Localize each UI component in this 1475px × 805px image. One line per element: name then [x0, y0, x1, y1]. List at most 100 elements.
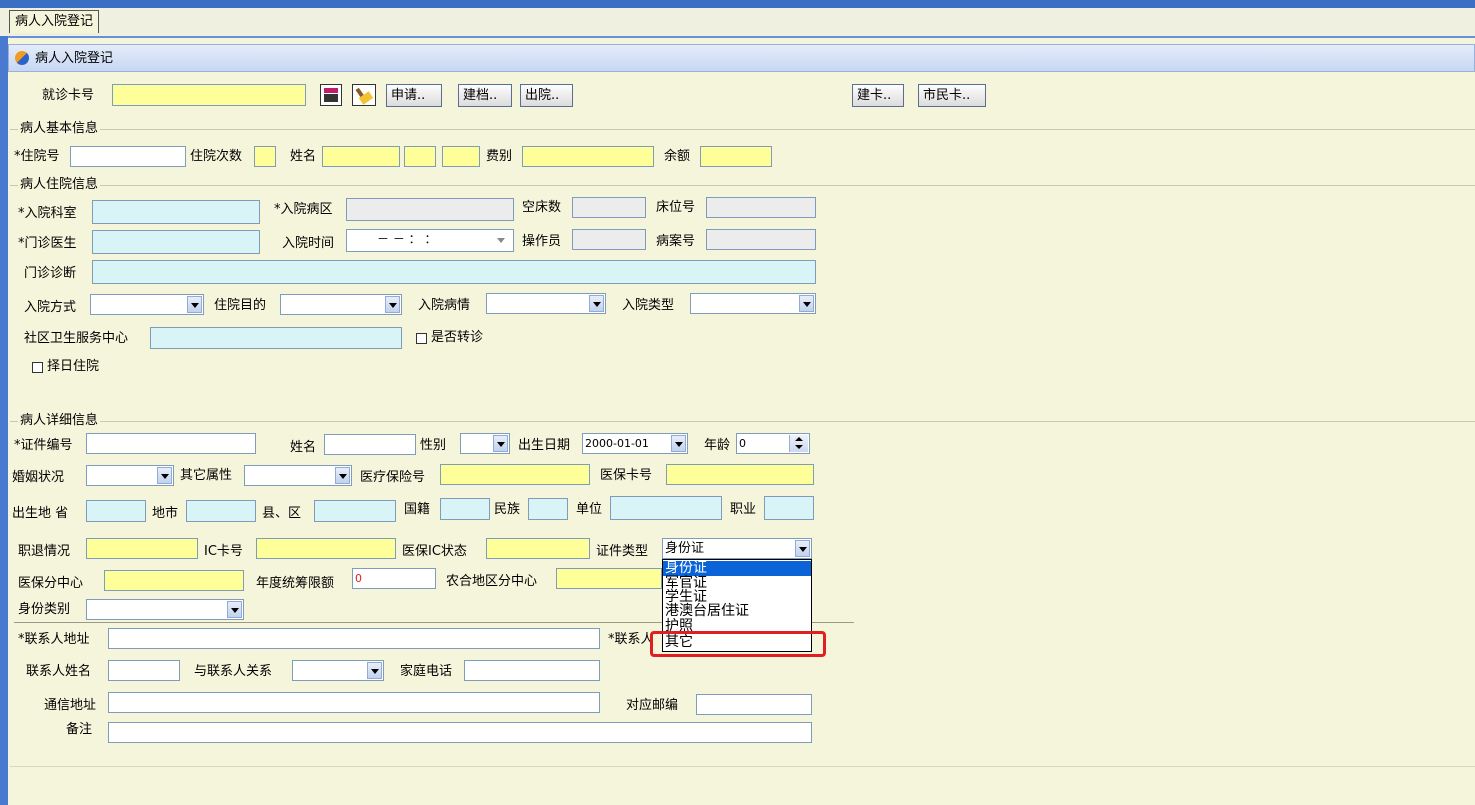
ic-status-label: 医保IC状态	[402, 544, 467, 559]
case-no-input[interactable]	[706, 229, 816, 250]
nationality-input[interactable]	[440, 498, 490, 520]
fee-type-label: 费别	[486, 149, 513, 164]
postcode-input[interactable]	[696, 694, 812, 715]
birth-date-picker[interactable]: 2000-01-01	[582, 433, 688, 454]
apply-button[interactable]: 申请..	[386, 84, 442, 107]
insurance-card-input[interactable]	[666, 464, 814, 485]
case-no-label: 病案号	[656, 234, 696, 249]
county-label: 县、区	[262, 506, 302, 521]
citizen-card-button[interactable]: 市民卡..	[918, 84, 986, 107]
community-center-input[interactable]	[150, 327, 402, 349]
card-no-input[interactable]	[112, 84, 306, 106]
age-stepper[interactable]: 0	[736, 433, 810, 454]
province-input[interactable]	[86, 500, 146, 522]
top-strip	[0, 0, 1475, 8]
select-day-label: 择日住院	[47, 359, 100, 374]
diagnosis-label: 门诊诊断	[24, 266, 77, 281]
chevron-down-icon[interactable]	[367, 662, 382, 679]
contact-addr-input[interactable]	[108, 628, 600, 649]
basic-name-input-1[interactable]	[322, 146, 400, 167]
home-phone-input[interactable]	[464, 660, 600, 681]
empty-beds-input[interactable]	[572, 197, 646, 218]
id-no-input[interactable]	[86, 433, 256, 454]
outpatient-doctor-input[interactable]	[92, 230, 260, 254]
transfer-checkbox[interactable]	[416, 333, 427, 344]
marital-select[interactable]	[86, 465, 174, 486]
window-titlebar: 病人入院登记	[8, 44, 1475, 72]
admission-times-input[interactable]	[254, 146, 276, 167]
operator-input[interactable]	[572, 229, 646, 250]
select-day-checkbox[interactable]	[32, 362, 43, 373]
identity-type-select[interactable]	[86, 599, 244, 620]
chevron-down-icon[interactable]	[227, 601, 242, 618]
doc-type-option[interactable]: 港澳台居住证	[665, 604, 749, 619]
ethnicity-label: 民族	[494, 502, 521, 517]
chevron-down-icon[interactable]	[493, 435, 508, 452]
detail-info-group: 病人详细信息	[10, 413, 1475, 429]
remark-input[interactable]	[108, 722, 812, 743]
tab-patient-admission[interactable]: 病人入院登记	[9, 10, 100, 33]
employer-label: 单位	[576, 502, 603, 517]
annual-limit-input[interactable]: 0	[352, 568, 436, 589]
contact-name-label: 联系人姓名	[26, 664, 92, 679]
balance-input[interactable]	[700, 146, 772, 167]
chevron-down-icon[interactable]	[187, 296, 202, 313]
diagnosis-input[interactable]	[92, 260, 816, 284]
doc-type-option[interactable]: 身份证	[663, 561, 811, 576]
city-input[interactable]	[186, 500, 256, 522]
doc-type-select[interactable]: 身份证	[662, 538, 812, 559]
admit-ward-input[interactable]	[346, 198, 514, 221]
condition-select[interactable]	[486, 293, 606, 314]
inpatient-no-input[interactable]	[70, 146, 186, 167]
mail-addr-input[interactable]	[108, 692, 600, 713]
chevron-down-icon[interactable]	[497, 238, 505, 243]
chevron-down-icon[interactable]	[795, 540, 810, 557]
bed-no-input[interactable]	[706, 197, 816, 218]
chevron-down-icon[interactable]	[799, 295, 814, 312]
ic-status-input[interactable]	[486, 538, 590, 559]
clear-broom-icon[interactable]	[352, 84, 376, 106]
bottom-divider	[10, 766, 1475, 767]
county-input[interactable]	[314, 500, 396, 522]
age-label: 年龄	[704, 438, 731, 453]
contact-name-input[interactable]	[108, 660, 180, 681]
chevron-down-icon[interactable]	[385, 296, 400, 313]
fee-type-input[interactable]	[522, 146, 654, 167]
basic-name-input-3[interactable]	[442, 146, 480, 167]
retire-input[interactable]	[86, 538, 198, 559]
insurance-no-input[interactable]	[440, 464, 590, 485]
birthplace-label: 出生地 省	[12, 506, 69, 521]
archive-button[interactable]: 建档..	[458, 84, 512, 107]
branch-input[interactable]	[104, 570, 244, 591]
balance-label: 余额	[664, 149, 691, 164]
occupation-input[interactable]	[764, 496, 814, 520]
build-card-button[interactable]: 建卡..	[852, 84, 904, 107]
chevron-down-icon[interactable]	[589, 295, 604, 312]
chevron-down-icon[interactable]	[157, 467, 172, 484]
admit-method-select[interactable]	[90, 294, 204, 315]
identity-type-label: 身份类别	[18, 602, 71, 617]
card-reader-icon[interactable]	[320, 84, 342, 106]
annual-limit-value: 0	[355, 572, 362, 585]
admit-dept-input[interactable]	[92, 200, 260, 224]
discharge-button[interactable]: 出院..	[520, 84, 573, 107]
admit-time-picker[interactable]: － － ： ：	[346, 229, 514, 252]
postcode-label: 对应邮编	[626, 698, 679, 713]
chevron-down-icon[interactable]	[671, 435, 686, 452]
basic-info-group: 病人基本信息	[10, 121, 1475, 137]
admit-time-value: － － ： ：	[377, 232, 437, 246]
purpose-select[interactable]	[280, 294, 402, 315]
relation-select[interactable]	[292, 660, 384, 681]
community-center-label: 社区卫生服务中心	[24, 331, 129, 346]
rural-branch-input[interactable]	[556, 568, 662, 589]
ic-card-input[interactable]	[256, 538, 396, 559]
chevron-down-icon[interactable]	[335, 467, 350, 484]
other-attr-select[interactable]	[244, 465, 352, 486]
detail-name-input[interactable]	[324, 434, 416, 455]
employer-input[interactable]	[610, 496, 722, 520]
ethnicity-input[interactable]	[528, 498, 568, 520]
gender-select[interactable]	[460, 433, 510, 454]
spin-icon[interactable]	[789, 435, 808, 452]
admit-type-select[interactable]	[690, 293, 816, 314]
basic-name-input-2[interactable]	[404, 146, 436, 167]
